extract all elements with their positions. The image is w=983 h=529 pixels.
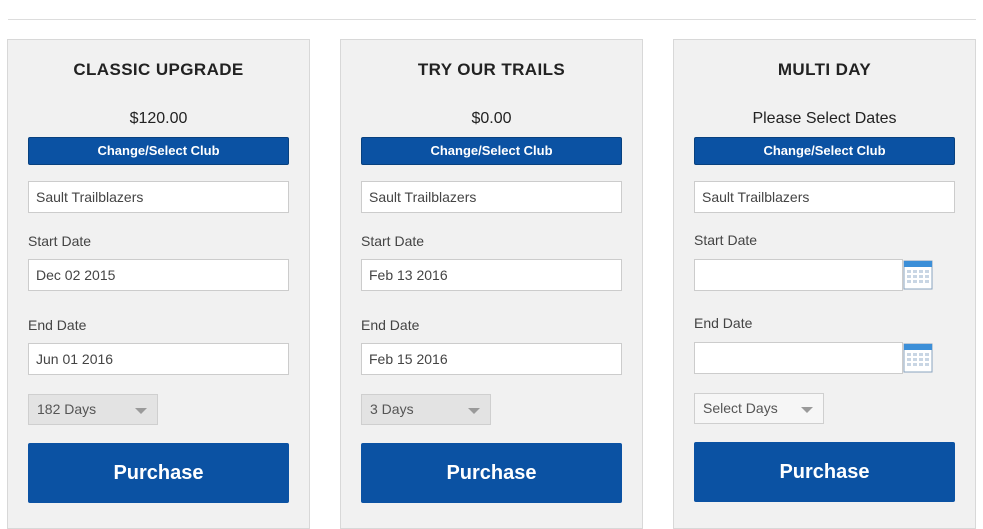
start-date-field[interactable]: Feb 13 2016	[361, 259, 622, 291]
end-date-field[interactable]: Jun 01 2016	[28, 343, 289, 375]
start-date-field[interactable]	[694, 259, 903, 291]
chevron-down-icon	[801, 407, 813, 413]
purchase-button[interactable]: Purchase	[694, 442, 955, 502]
product-card-classic-upgrade: CLASSIC UPGRADE $120.00 Change/Select Cl…	[7, 39, 310, 529]
card-price: Please Select Dates	[752, 110, 897, 127]
calendar-icon[interactable]	[903, 343, 933, 373]
product-card-multi-day: MULTI DAY Please Select Dates Change/Sel…	[673, 39, 976, 529]
chevron-down-icon	[135, 408, 147, 414]
card-title: MULTI DAY	[777, 60, 872, 79]
start-date-label: Start Date	[361, 233, 425, 249]
end-date-label: End Date	[694, 315, 753, 331]
start-date-label: Start Date	[694, 232, 758, 248]
days-select-value: Select Days	[703, 400, 778, 416]
chevron-down-icon	[468, 408, 480, 414]
days-select[interactable]: 3 Days	[361, 394, 491, 425]
end-date-field[interactable]	[694, 342, 903, 374]
start-date-label: Start Date	[28, 233, 92, 249]
club-field[interactable]: Sault Trailblazers	[361, 181, 622, 213]
days-select[interactable]: Select Days	[694, 393, 824, 424]
change-select-club-button[interactable]: Change/Select Club	[361, 137, 622, 165]
card-title: TRY OUR TRAILS	[417, 60, 566, 79]
end-date-label: End Date	[28, 317, 87, 333]
change-select-club-button[interactable]: Change/Select Club	[28, 137, 289, 165]
club-field[interactable]: Sault Trailblazers	[694, 181, 955, 213]
days-select-value: 182 Days	[37, 401, 97, 417]
end-date-label: End Date	[361, 317, 420, 333]
start-date-field[interactable]: Dec 02 2015	[28, 259, 289, 291]
days-select-value: 3 Days	[370, 401, 414, 417]
days-select[interactable]: 182 Days	[28, 394, 158, 425]
club-field[interactable]: Sault Trailblazers	[28, 181, 289, 213]
product-card-try-our-trails: TRY OUR TRAILS $0.00 Change/Select Club …	[340, 39, 643, 529]
card-title: CLASSIC UPGRADE	[73, 60, 244, 79]
end-date-field[interactable]: Feb 15 2016	[361, 343, 622, 375]
card-price: $120.00	[129, 110, 188, 127]
change-select-club-button[interactable]: Change/Select Club	[694, 137, 955, 165]
calendar-icon[interactable]	[903, 260, 933, 290]
top-divider	[8, 19, 976, 20]
card-price: $0.00	[471, 110, 512, 127]
purchase-button[interactable]: Purchase	[28, 443, 289, 503]
purchase-button[interactable]: Purchase	[361, 443, 622, 503]
